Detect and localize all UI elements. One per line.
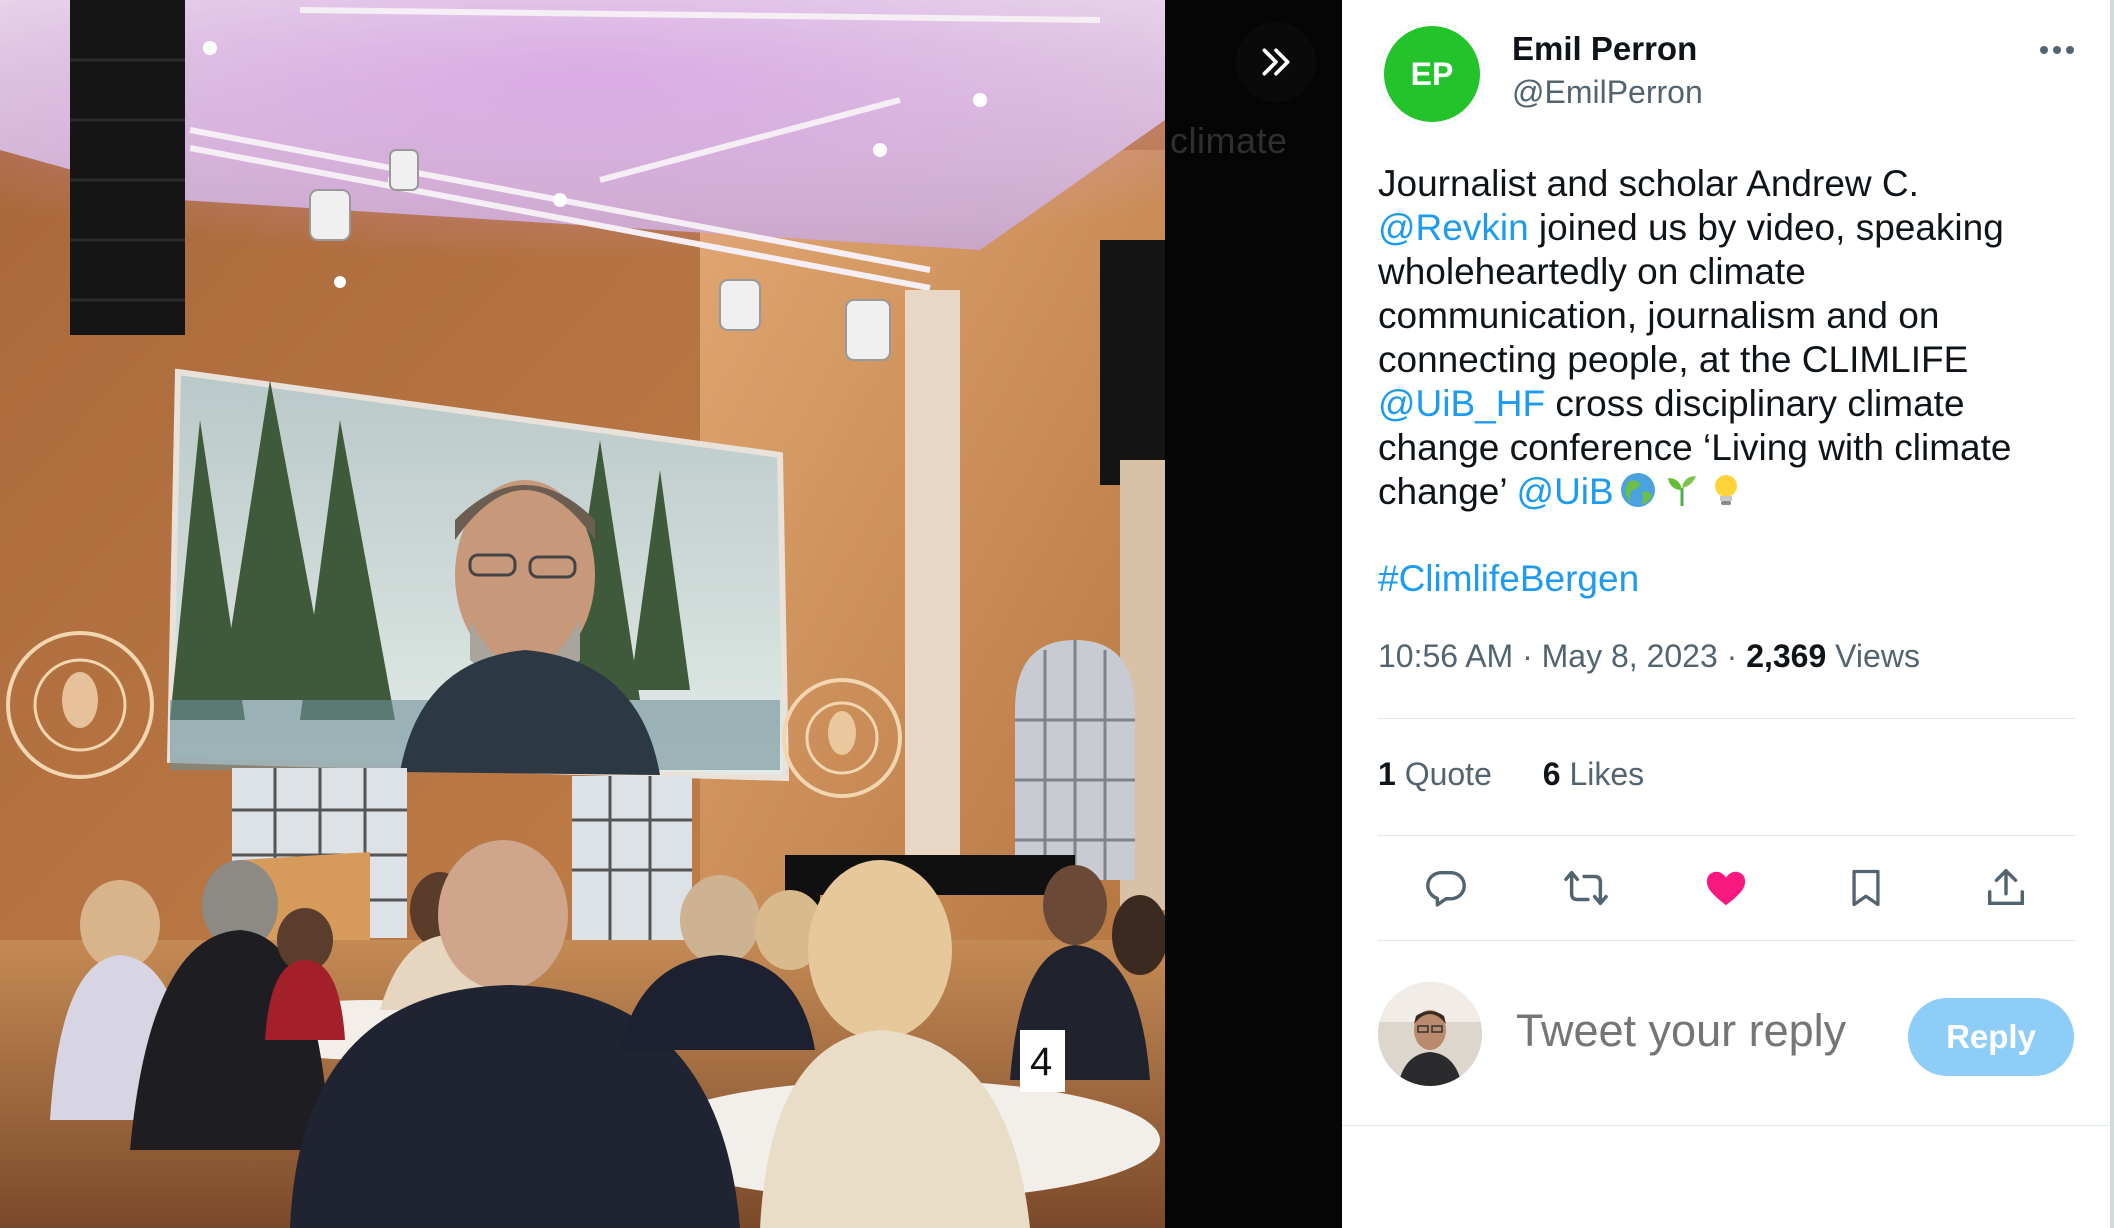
- author-display-name[interactable]: Emil Perron: [1512, 30, 1697, 68]
- lightbulb-icon: [1706, 470, 1746, 520]
- quotes-stat[interactable]: 1 Quote: [1378, 756, 1492, 792]
- divider: [1378, 718, 2076, 719]
- share-button[interactable]: [1978, 860, 2034, 916]
- seedling-icon: [1662, 470, 1702, 520]
- conference-hall-photo: 4: [0, 0, 1165, 1228]
- tweet-meta: 10:56 AM · May 8, 2023 · 2,369 Views: [1378, 638, 1920, 675]
- quotes-count: 1: [1378, 756, 1396, 792]
- scrollbar-track[interactable]: [2110, 0, 2114, 1228]
- like-button[interactable]: [1698, 860, 1754, 916]
- quotes-label: Quote: [1404, 756, 1492, 792]
- user-photo: [1378, 982, 1482, 1086]
- likes-count: 6: [1542, 756, 1561, 792]
- tweet-text-part: Journalist and scholar Andrew C.: [1378, 163, 1919, 204]
- globe-icon: [1618, 470, 1658, 520]
- retweet-button[interactable]: [1558, 860, 1614, 916]
- reply-input[interactable]: [1514, 1004, 1898, 1058]
- tweet-stats: 1 Quote 6 Likes: [1378, 756, 1686, 793]
- author-handle[interactable]: @EmilPerron: [1512, 74, 1703, 111]
- like-icon: [1706, 871, 1746, 906]
- tweet-time[interactable]: 10:56 AM: [1378, 638, 1513, 674]
- views-count: 2,369: [1746, 638, 1827, 674]
- current-user-avatar[interactable]: [1378, 982, 1482, 1086]
- double-chevron-right-icon: [1262, 48, 1290, 76]
- meta-separator: ·: [1726, 638, 1738, 674]
- divider: [1378, 940, 2076, 941]
- likes-label: Likes: [1569, 756, 1645, 792]
- more-icon: [2040, 46, 2074, 54]
- divider: [1378, 835, 2076, 836]
- author-avatar[interactable]: EP: [1380, 22, 1484, 126]
- divider: [1342, 1125, 2110, 1126]
- tweet-detail-panel: EP Emil Perron @EmilPerron Journalist an…: [1342, 0, 2110, 1228]
- avatar-initials: EP: [1381, 23, 1483, 125]
- background-text: climate: [1170, 120, 1288, 161]
- svg-text:4: 4: [1030, 1040, 1052, 1084]
- bookmark-button[interactable]: [1838, 860, 1894, 916]
- tweet-text: Journalist and scholar Andrew C. @Revkin…: [1378, 162, 2068, 520]
- retweet-icon: [1564, 870, 1608, 906]
- table-number-card: 4: [1020, 1030, 1065, 1092]
- reply-icon: [1426, 870, 1466, 907]
- mention-uib-hf[interactable]: @UiB_HF: [1378, 383, 1545, 424]
- tweet-date[interactable]: May 8, 2023: [1542, 638, 1718, 674]
- views-label: Views: [1835, 638, 1920, 674]
- reply-submit-button[interactable]: Reply: [1908, 998, 2074, 1076]
- meta-separator: ·: [1522, 638, 1533, 674]
- likes-stat[interactable]: 6 Likes: [1543, 756, 1644, 792]
- expand-button[interactable]: [1236, 22, 1316, 102]
- mention-revkin[interactable]: @Revkin: [1378, 207, 1529, 248]
- share-icon: [1987, 869, 2025, 906]
- more-options-button[interactable]: [2032, 30, 2082, 70]
- mention-uib[interactable]: @UiB: [1517, 471, 1614, 512]
- reply-button[interactable]: [1418, 860, 1474, 916]
- tweet-photo[interactable]: 4: [0, 0, 1165, 1228]
- hashtag-link[interactable]: #ClimlifeBergen: [1378, 558, 1639, 600]
- media-viewer-backdrop: [1165, 0, 1342, 1228]
- bookmark-icon: [1852, 869, 1880, 907]
